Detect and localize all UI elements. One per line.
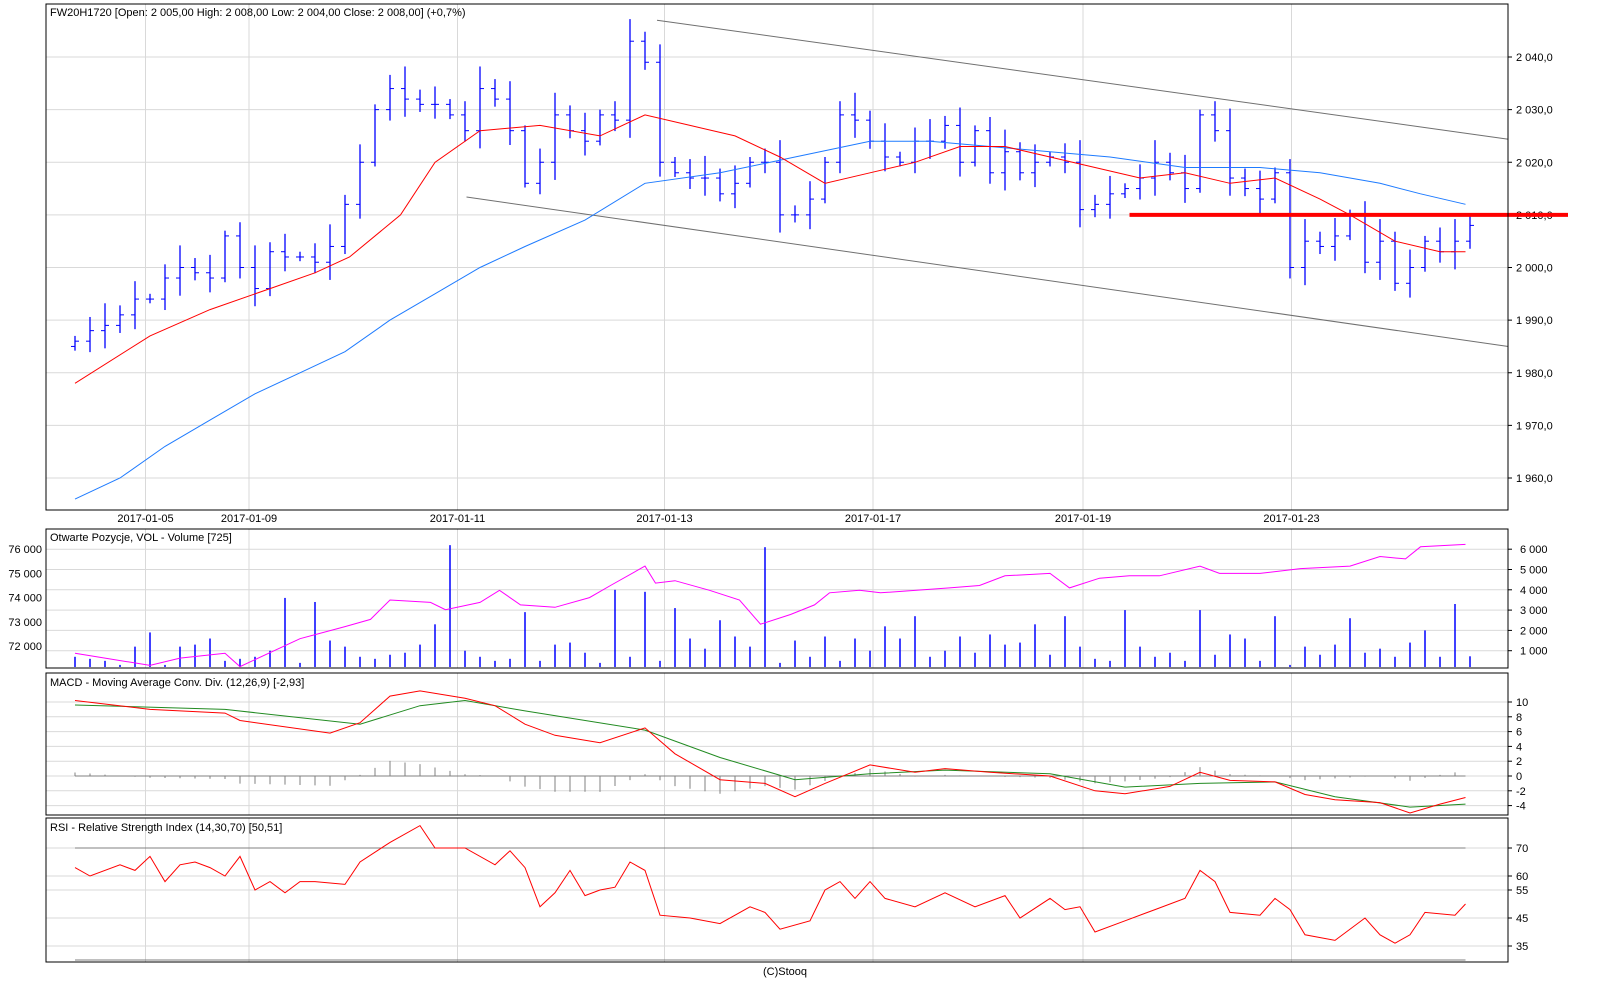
macd-tick-label: -4	[1516, 801, 1526, 813]
date-tick-label: 2017-01-17	[845, 513, 901, 525]
date-tick-label: 2017-01-05	[117, 513, 173, 525]
open-interest-tick-label: 75 000	[8, 568, 42, 580]
volume-tick-label: 2 000	[1520, 625, 1548, 637]
macd-tick-label: 2	[1516, 756, 1522, 768]
open-interest-tick-label: 72 000	[8, 641, 42, 653]
price-panel-title: FW20H1720 [Open: 2 005,00 High: 2 008,00…	[50, 7, 466, 19]
date-tick-label: 2017-01-19	[1055, 513, 1111, 525]
macd-tick-label: 10	[1516, 697, 1528, 709]
price-panel-bg	[46, 4, 1508, 510]
price-tick-label: 2 040,0	[1516, 52, 1553, 64]
date-tick-label: 2017-01-23	[1263, 513, 1319, 525]
macd-panel-bg	[46, 673, 1508, 815]
volume-tick-label: 6 000	[1520, 544, 1548, 556]
price-tick-label: 1 980,0	[1516, 368, 1553, 380]
rsi-tick-label: 60	[1516, 871, 1528, 883]
rsi-tick-label: 70	[1516, 843, 1528, 855]
price-tick-label: 2 020,0	[1516, 157, 1553, 169]
rsi-tick-label: 45	[1516, 913, 1528, 925]
price-tick-label: 2 000,0	[1516, 263, 1553, 275]
date-tick-label: 2017-01-09	[221, 513, 277, 525]
price-tick-label: 1 960,0	[1516, 473, 1553, 485]
rsi-tick-label: 55	[1516, 885, 1528, 897]
volume-tick-label: 1 000	[1520, 646, 1548, 658]
rsi-panel-title: RSI - Relative Strength Index (14,30,70)…	[50, 822, 282, 834]
open-interest-tick-label: 74 000	[8, 593, 42, 605]
macd-tick-label: -2	[1516, 786, 1526, 798]
macd-tick-label: 6	[1516, 727, 1522, 739]
price-tick-label: 2 030,0	[1516, 105, 1553, 117]
open-interest-tick-label: 73 000	[8, 617, 42, 629]
date-tick-label: 2017-01-13	[636, 513, 692, 525]
volume-panel-bg	[46, 529, 1508, 668]
volume-tick-label: 4 000	[1520, 585, 1548, 597]
volume-tick-label: 5 000	[1520, 565, 1548, 577]
price-tick-label: 1 990,0	[1516, 315, 1553, 327]
macd-tick-label: 8	[1516, 712, 1522, 724]
stock-chart: 2 040,02 030,02 020,02 010,02 000,01 990…	[8, 3, 1568, 978]
macd-tick-label: 0	[1516, 771, 1522, 783]
macd-tick-label: 4	[1516, 741, 1522, 753]
macd-panel-title: MACD - Moving Average Conv. Div. (12,26,…	[50, 677, 304, 689]
volume-panel-title: Otwarte Pozycje, VOL - Volume [725]	[50, 532, 232, 544]
date-tick-label: 2017-01-11	[430, 513, 485, 525]
volume-tick-label: 3 000	[1520, 605, 1548, 617]
open-interest-tick-label: 76 000	[8, 544, 42, 556]
rsi-tick-label: 35	[1516, 941, 1528, 953]
copyright-footer: (C)Stooq	[763, 966, 807, 978]
price-tick-label: 1 970,0	[1516, 420, 1553, 432]
